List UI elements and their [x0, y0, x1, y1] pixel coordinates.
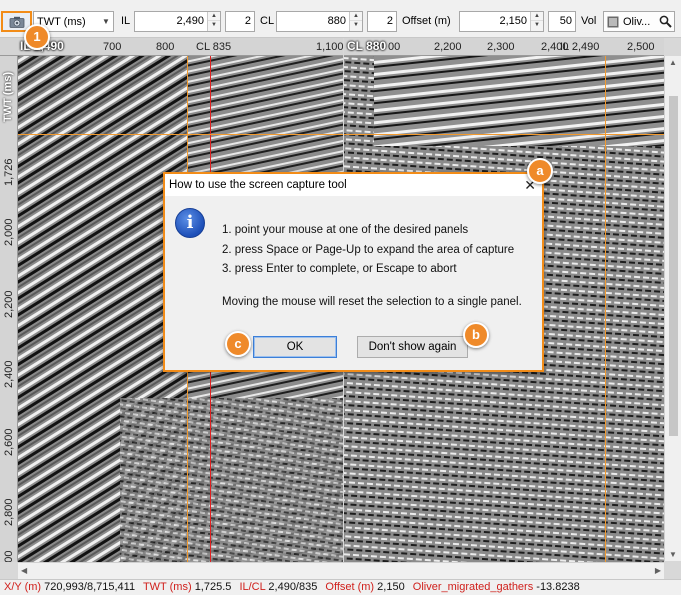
callout-b: b	[463, 322, 489, 348]
dialog-title: How to use the screen capture tool	[169, 179, 347, 191]
callout-1: 1	[24, 24, 50, 50]
y-tick: 2,600	[3, 428, 15, 456]
offset-field[interactable]: 2,150 ▲ ▼	[459, 11, 544, 32]
spin-up-icon[interactable]: ▲	[531, 12, 543, 21]
cl-label: CL	[260, 15, 275, 27]
chevron-down-icon: ▼	[102, 17, 110, 26]
y-tick: 2,400	[3, 360, 15, 388]
horizontal-scrollbar[interactable]: ◀ ▶	[18, 562, 664, 579]
dialog-step-3: 3. press Enter to complete, or Escape to…	[222, 263, 457, 275]
y-tick: 1,726	[3, 158, 15, 186]
status-twt-value: 1,725.5	[194, 581, 232, 593]
inline-marker	[605, 56, 606, 562]
status-bar: X/Y (m) 720,993/8,715,411 TWT (ms) 1,725…	[0, 579, 681, 595]
dialog-step-1: 1. point your mouse at one of the desire…	[222, 224, 469, 236]
cl-value: 880	[327, 15, 346, 27]
status-ilcl-key: IL/CL	[239, 581, 266, 593]
x-tick: 2,200	[434, 41, 462, 53]
crossline-panel-tag: CL 880	[347, 39, 387, 53]
scroll-left-icon[interactable]: ◀	[21, 566, 27, 575]
scroll-up-icon[interactable]: ▲	[669, 58, 677, 67]
il-field[interactable]: 2,490 ▲ ▼	[134, 11, 221, 32]
callout-c: c	[225, 331, 251, 357]
status-volume-key: Oliver_migrated_gathers	[412, 581, 534, 593]
x-tick: 1,100	[316, 41, 343, 53]
twt-axis: TWT (ms) 1,726 2,000 2,200 2,400 2,600 2…	[0, 56, 18, 562]
status-xy-key: X/Y (m)	[4, 581, 42, 593]
x-tick: 00	[388, 41, 401, 53]
status-xy-value: 720,993/8,715,411	[44, 581, 136, 593]
dialog-step-2: 2. press Space or Page-Up to expand the …	[222, 244, 515, 256]
vol-label: Vol	[581, 15, 597, 27]
scroll-right-icon[interactable]: ▶	[655, 566, 661, 575]
il-spinner[interactable]: ▲ ▼	[207, 12, 220, 31]
y-tick: 2,800	[3, 498, 15, 526]
x-tick: 2,500	[627, 41, 655, 53]
offset-value: 2,150	[499, 15, 527, 27]
vertical-scroll-thumb[interactable]	[669, 96, 678, 436]
dialog-titlebar[interactable]: How to use the screen capture tool ✕	[165, 174, 542, 196]
status-ilcl-value: 2,490/835	[268, 581, 318, 593]
y-tick: 2,200	[3, 290, 15, 318]
spin-down-icon[interactable]: ▼	[208, 21, 220, 30]
dialog-note: Moving the mouse will reset the selectio…	[222, 296, 522, 308]
vertical-scrollbar[interactable]: ▲ ▼	[664, 56, 681, 561]
camera-icon	[9, 16, 24, 28]
info-icon: i	[175, 208, 205, 238]
scroll-down-icon[interactable]: ▼	[669, 550, 677, 559]
il-label: IL	[121, 15, 131, 27]
il-step-field[interactable]: 2	[225, 11, 255, 32]
search-icon	[659, 15, 672, 28]
status-volume-value: -13.8238	[536, 581, 580, 593]
status-twt-key: TWT (ms)	[142, 581, 192, 593]
crossline-x-axis: 00 2,200 2,300 2,400 IL 2,490 2,500	[344, 38, 664, 56]
volume-icon	[607, 16, 619, 27]
status-offset-key: Offset (m)	[325, 581, 375, 593]
x-tick: 800	[156, 41, 175, 53]
ok-button[interactable]: OK	[253, 336, 337, 358]
offset-spinner[interactable]: ▲ ▼	[530, 12, 543, 31]
il-value: 2,490	[176, 15, 204, 27]
volume-select-button[interactable]: Oliv...	[603, 11, 675, 32]
toolbar: TWT (ms) ▼ IL 2,490 ▲ ▼ 2 CL 880 ▲ ▼ 2 Off…	[0, 0, 681, 38]
offset-label: Offset (m)	[402, 15, 451, 27]
time-slice-marker	[344, 134, 664, 135]
x-tick-cl: CL 835	[196, 41, 232, 53]
cl-spinner[interactable]: ▲ ▼	[349, 12, 362, 31]
y-tick: 2,000	[3, 218, 15, 246]
dont-show-again-button[interactable]: Don't show again	[357, 336, 468, 358]
offset-step-field[interactable]: 50	[548, 11, 576, 32]
y-tick: 3,000	[3, 550, 15, 562]
x-tick: 2,300	[487, 41, 515, 53]
callout-a: a	[527, 158, 553, 184]
cl-step-field[interactable]: 2	[367, 11, 397, 32]
x-tick: 700	[103, 41, 122, 53]
spin-up-icon[interactable]: ▲	[208, 12, 220, 21]
time-slice-marker	[18, 134, 343, 135]
cl-field[interactable]: 880 ▲ ▼	[276, 11, 363, 32]
spin-up-icon[interactable]: ▲	[350, 12, 362, 21]
x-tick-il: IL 2,490	[560, 41, 600, 53]
spin-down-icon[interactable]: ▼	[350, 21, 362, 30]
status-offset-value: 2,150	[377, 581, 405, 593]
spin-down-icon[interactable]: ▼	[531, 21, 543, 30]
twt-axis-label: TWT (ms)	[2, 71, 14, 122]
volume-value: Oliv...	[623, 15, 651, 28]
